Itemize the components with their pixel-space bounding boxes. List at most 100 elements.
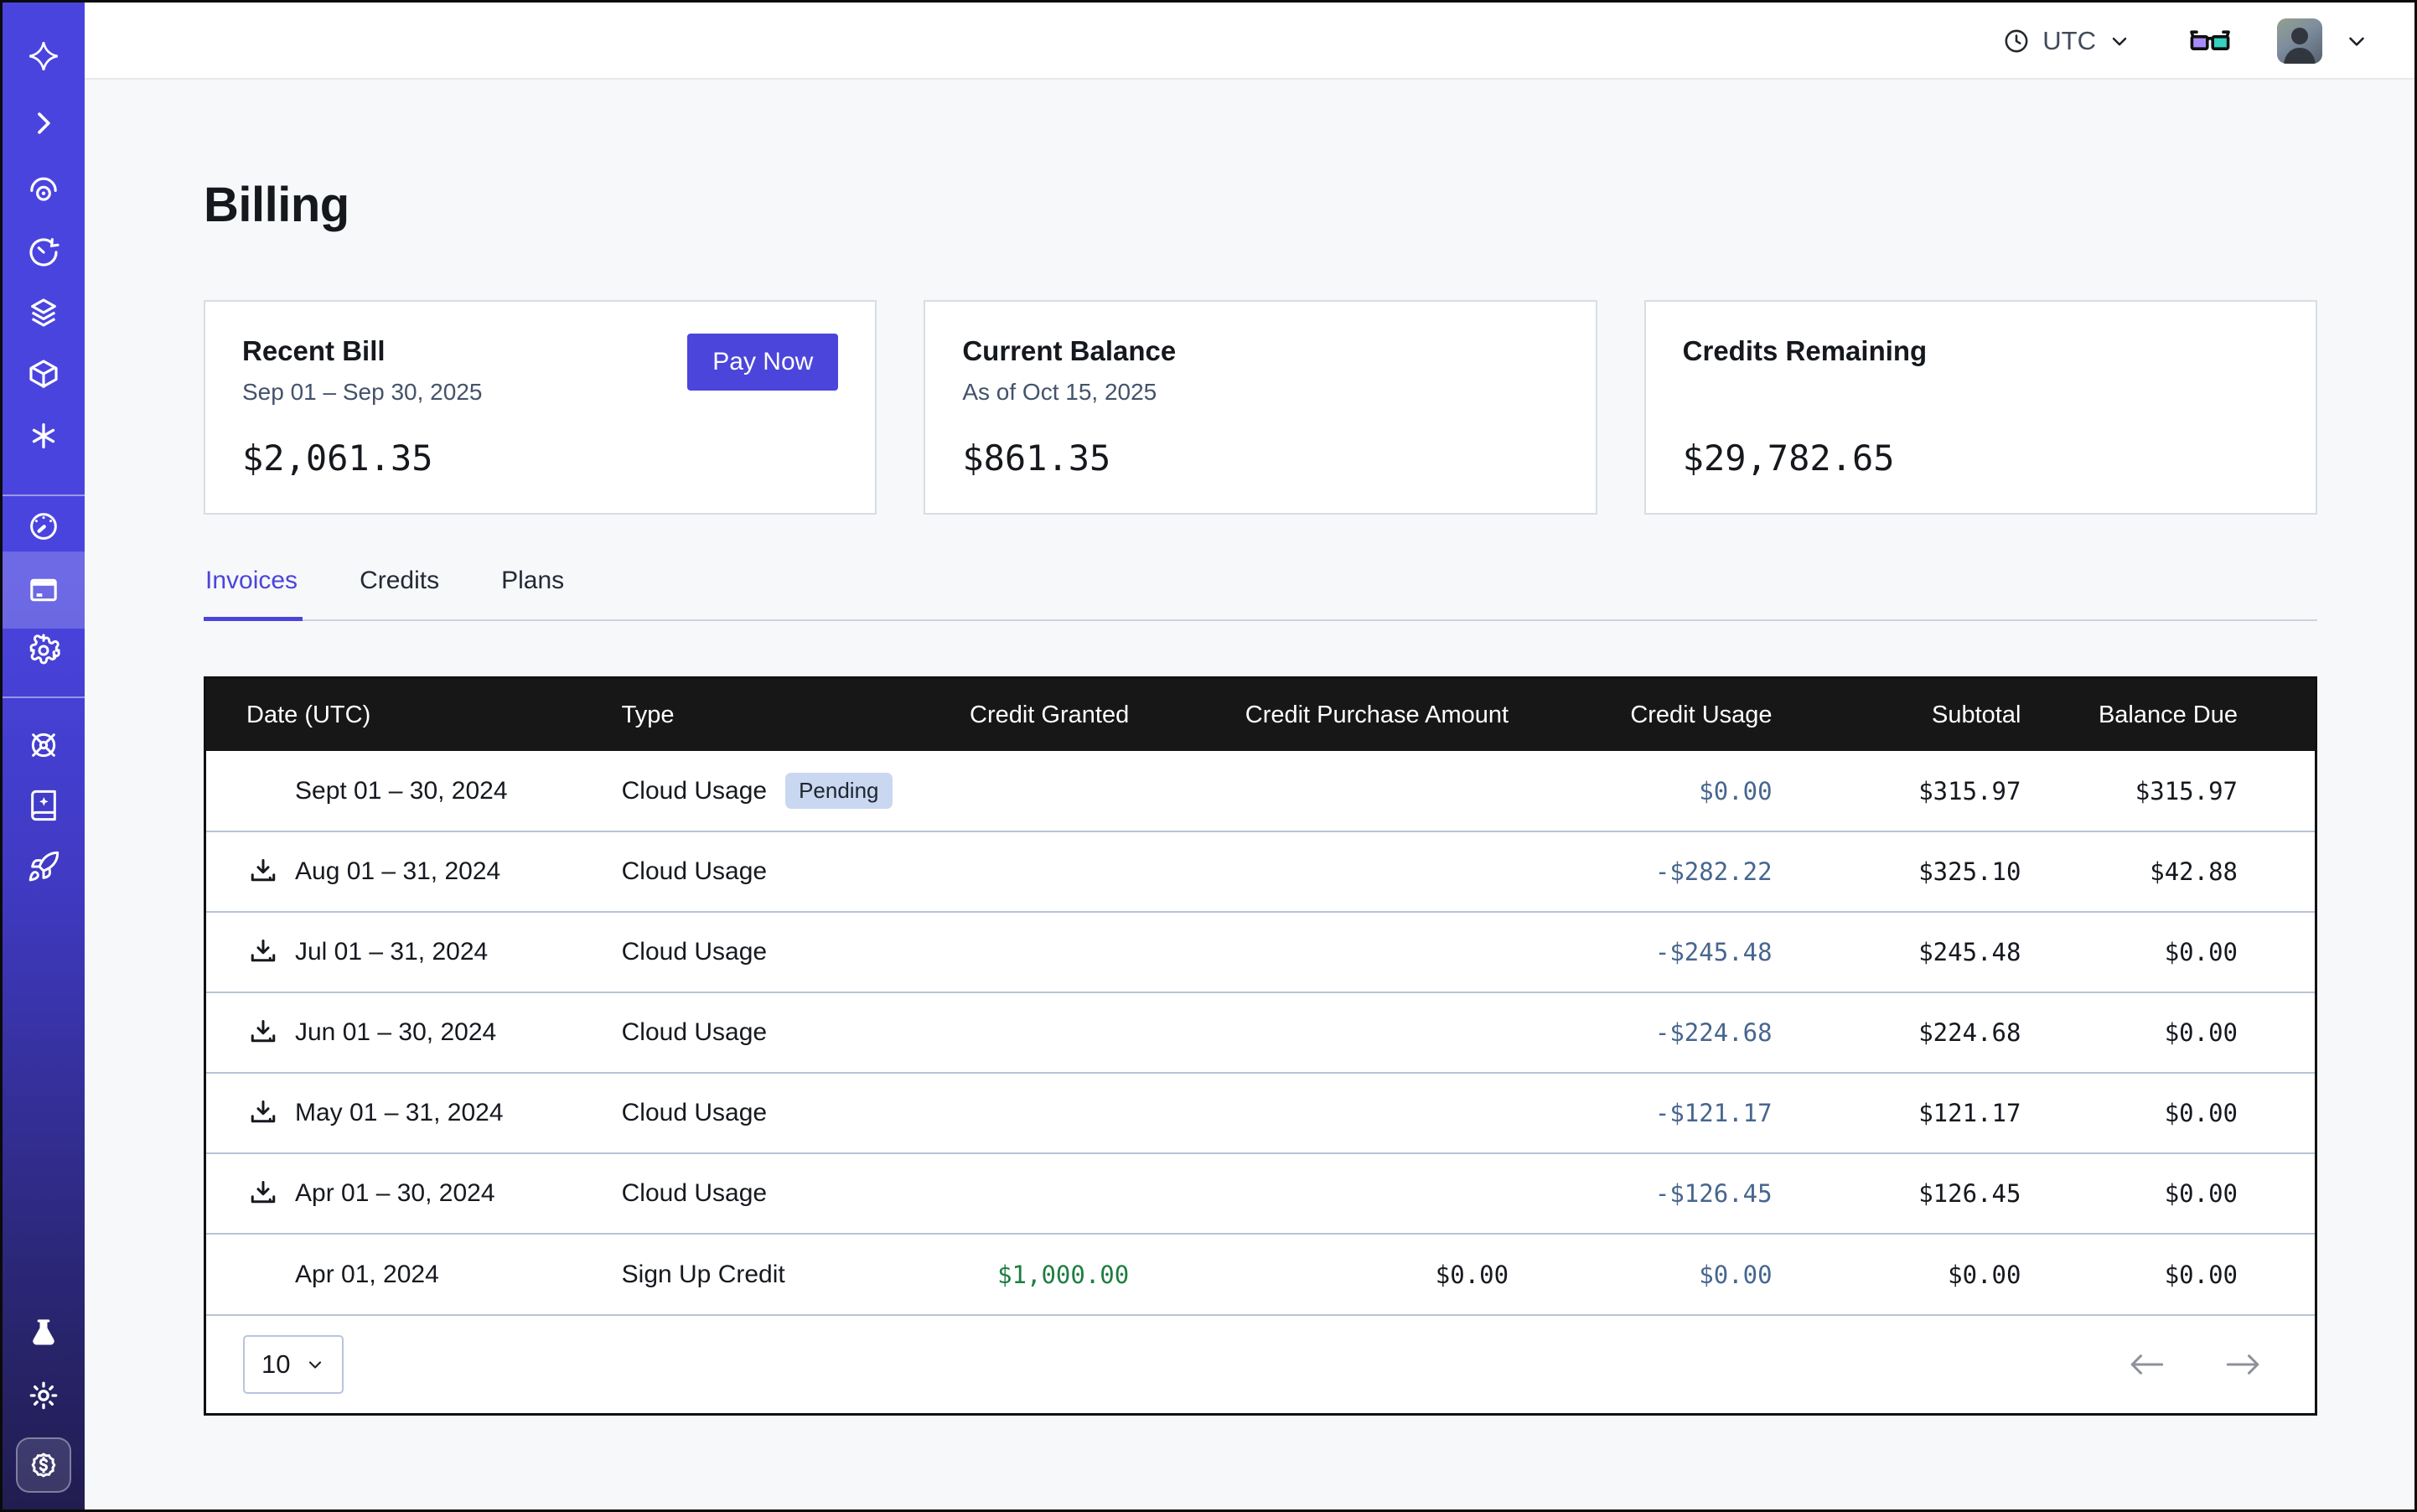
col-header-subtotal: Subtotal <box>1803 679 2052 751</box>
download-icon <box>248 857 278 887</box>
credit-purchase-cell <box>1159 992 1539 1073</box>
invoice-table-body: Sept 01 – 30, 2024 Cloud Usage Pending $… <box>206 751 2315 1314</box>
gear-icon[interactable] <box>3 620 85 681</box>
table-row: Aug 01 – 31, 2024 Cloud Usage -$282.22 $… <box>206 831 2315 912</box>
download-icon <box>248 1178 278 1209</box>
topbar: UTC <box>85 3 2414 80</box>
invoice-type: Cloud Usage <box>622 777 767 805</box>
book-sparkle-icon[interactable] <box>3 775 85 836</box>
download-invoice-button[interactable] <box>246 1096 280 1130</box>
app-window: UTC Bi <box>0 0 2417 1512</box>
recent-bill-amount: $2,061.35 <box>242 438 838 479</box>
logo-icon[interactable] <box>3 26 85 86</box>
invoice-date: Jun 01 – 30, 2024 <box>295 1018 496 1047</box>
credit-granted-cell <box>929 751 1159 831</box>
account-menu-chevron[interactable] <box>2344 28 2369 54</box>
download-invoice-button[interactable] <box>246 855 280 888</box>
summary-cards: Recent Bill Sep 01 – Sep 30, 2025 $2,061… <box>204 300 2317 515</box>
sidebar-divider <box>3 696 85 698</box>
spiral-eye-icon[interactable] <box>3 162 85 222</box>
credit-granted-cell <box>929 992 1159 1073</box>
col-header-credit-granted: Credit Granted <box>929 679 1159 751</box>
download-icon <box>248 1098 278 1128</box>
recent-bill-card: Recent Bill Sep 01 – Sep 30, 2025 $2,061… <box>204 300 877 515</box>
rocket-icon[interactable] <box>3 836 85 897</box>
card-subtitle: As of Oct 15, 2025 <box>962 379 1558 409</box>
credit-granted-cell <box>929 1153 1159 1234</box>
3d-glasses-button[interactable] <box>2188 24 2232 58</box>
table-header-row: Date (UTC) Type Credit Granted Credit Pu… <box>206 679 2315 751</box>
subtotal-cell: $224.68 <box>1803 992 2052 1073</box>
avatar[interactable] <box>2277 18 2322 64</box>
subtotal-cell: $245.48 <box>1803 912 2052 992</box>
credit-usage-cell: -$126.45 <box>1539 1153 1802 1234</box>
invoice-date: May 01 – 31, 2024 <box>295 1099 504 1127</box>
asterisk-icon[interactable] <box>3 406 85 466</box>
tab-invoices[interactable]: Invoices <box>204 567 303 621</box>
invoice-type: Cloud Usage <box>622 857 767 886</box>
credit-usage-cell: -$245.48 <box>1539 912 1802 992</box>
col-header-balance-due: Balance Due <box>2051 679 2315 751</box>
previous-page-arrow-icon[interactable] <box>2127 1353 2166 1376</box>
history-icon[interactable] <box>3 222 85 282</box>
card-title: Credits Remaining <box>1683 335 2279 367</box>
page-title: Billing <box>204 177 2317 233</box>
col-header-credit-usage: Credit Usage <box>1539 679 1802 751</box>
cube-icon[interactable] <box>3 344 85 404</box>
billing-page: Billing Recent Bill Sep 01 – Sep 30, 202… <box>85 80 2414 1509</box>
download-invoice-button[interactable] <box>246 1016 280 1049</box>
billing-icon[interactable] <box>3 560 85 620</box>
invoice-type: Sign Up Credit <box>622 1261 785 1289</box>
credits-remaining-card: Credits Remaining $29,782.65 <box>1644 300 2317 515</box>
pay-now-button[interactable]: Pay Now <box>687 334 838 391</box>
tab-plans[interactable]: Plans <box>499 567 569 621</box>
credit-usage-cell: -$121.17 <box>1539 1073 1802 1153</box>
flask-icon[interactable] <box>3 1303 85 1364</box>
layers-icon[interactable] <box>3 282 85 343</box>
current-balance-amount: $861.35 <box>962 438 1558 479</box>
wheel-icon[interactable] <box>3 715 85 775</box>
3d-glasses-icon <box>2188 24 2232 58</box>
billing-tabs: Invoices Credits Plans <box>204 567 2317 621</box>
subtotal-cell: $315.97 <box>1803 751 2052 831</box>
credit-usage-cell: -$224.68 <box>1539 992 1802 1073</box>
invoice-date: Aug 01 – 31, 2024 <box>295 857 500 886</box>
table-row: May 01 – 31, 2024 Cloud Usage -$121.17 $… <box>206 1073 2315 1153</box>
collapse-sidebar-chevron-right-icon[interactable] <box>3 93 85 153</box>
dollar-badge-button[interactable] <box>16 1437 71 1493</box>
balance-due-cell: $42.88 <box>2051 831 2315 912</box>
sidebar <box>3 3 85 1509</box>
balance-due-cell: $0.00 <box>2051 1234 2315 1314</box>
timezone-label: UTC <box>2042 26 2096 56</box>
main-area: UTC Bi <box>85 3 2414 1509</box>
balance-due-cell: $0.00 <box>2051 1073 2315 1153</box>
invoices-table-container: Date (UTC) Type Credit Granted Credit Pu… <box>204 676 2317 1416</box>
credit-granted-cell <box>929 912 1159 992</box>
credit-purchase-cell <box>1159 831 1539 912</box>
tab-credits[interactable]: Credits <box>358 567 444 621</box>
subtotal-cell: $126.45 <box>1803 1153 2052 1234</box>
invoice-date: Sept 01 – 30, 2024 <box>295 777 508 805</box>
chevron-down-icon <box>2108 29 2131 53</box>
page-size-value: 10 <box>261 1349 290 1380</box>
col-header-date: Date (UTC) <box>206 679 622 751</box>
credit-purchase-cell <box>1159 912 1539 992</box>
credit-purchase-cell <box>1159 1073 1539 1153</box>
next-page-arrow-icon[interactable] <box>2224 1353 2263 1376</box>
download-invoice-button[interactable] <box>246 1177 280 1210</box>
status-badge: Pending <box>785 773 892 809</box>
download-invoice-button[interactable] <box>246 935 280 969</box>
credit-granted-cell: $1,000.00 <box>929 1234 1159 1314</box>
sun-icon[interactable] <box>3 1365 85 1426</box>
timezone-selector[interactable]: UTC <box>2002 26 2131 56</box>
invoice-date: Jul 01 – 31, 2024 <box>295 938 488 966</box>
subtotal-cell: $121.17 <box>1803 1073 2052 1153</box>
table-pagination: 10 <box>206 1314 2315 1413</box>
page-size-select[interactable]: 10 <box>243 1335 344 1394</box>
download-icon <box>248 1017 278 1048</box>
gauge-icon[interactable] <box>3 496 85 557</box>
subtotal-cell: $325.10 <box>1803 831 2052 912</box>
credit-granted-cell <box>929 1073 1159 1153</box>
current-balance-card: Current Balance As of Oct 15, 2025 $861.… <box>924 300 1597 515</box>
table-row: Jul 01 – 31, 2024 Cloud Usage -$245.48 $… <box>206 912 2315 992</box>
